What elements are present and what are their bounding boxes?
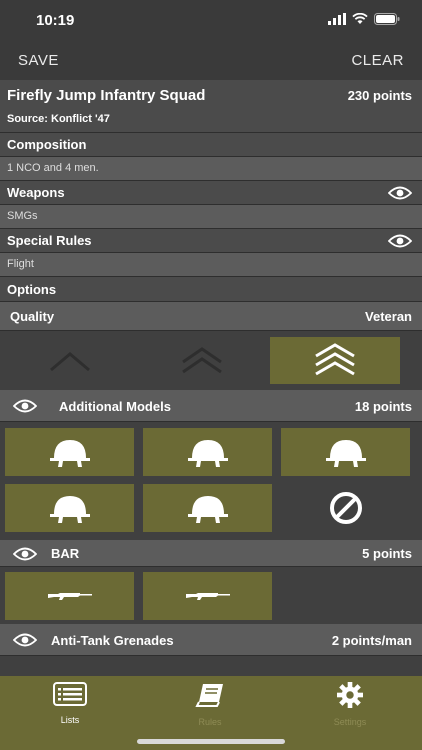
weapons-eye-icon[interactable]	[388, 186, 412, 200]
anti-tank-points: 2 points/man	[331, 633, 412, 648]
rifle-icon	[47, 593, 92, 600]
additional-models-grid	[0, 422, 422, 540]
quality-veteran-button[interactable]	[270, 337, 400, 384]
battery-icon	[374, 13, 400, 25]
helmet-icon	[325, 440, 366, 467]
options-header: Options	[0, 277, 422, 302]
model-tile-3[interactable]	[281, 428, 410, 476]
bar-row: BAR 5 points	[0, 540, 422, 567]
special-rules-eye-icon[interactable]	[388, 234, 412, 248]
save-button[interactable]: SAVE	[18, 52, 59, 69]
status-icons	[328, 13, 400, 25]
composition-header: Composition	[0, 133, 422, 157]
bar-points: 5 points	[362, 546, 412, 561]
unit-header: Firefly Jump Infantry Squad 230 points S…	[0, 80, 422, 133]
additional-models-points: 18 points	[354, 399, 412, 414]
quality-label: Quality	[10, 309, 55, 324]
prohibited-icon	[329, 492, 362, 524]
model-tile-4[interactable]	[5, 484, 134, 532]
book-icon	[195, 684, 223, 707]
bar-label: BAR	[51, 546, 80, 561]
weapons-label: Weapons	[7, 185, 65, 200]
bar-tile-1[interactable]	[5, 572, 134, 620]
anti-tank-label: Anti-Tank Grenades	[51, 633, 174, 648]
model-tile-5[interactable]	[143, 484, 272, 532]
chevron-double-icon	[182, 346, 222, 373]
home-indicator	[137, 739, 285, 744]
options-label: Options	[7, 282, 57, 297]
nav-bar: SAVE CLEAR	[0, 44, 422, 80]
bar-grid	[0, 567, 422, 624]
tab-rules-label: Rules	[198, 717, 222, 727]
tab-rules[interactable]: Rules	[160, 682, 260, 727]
composition-value: 1 NCO and 4 men.	[7, 162, 99, 174]
special-rules-header: Special Rules	[0, 229, 422, 253]
unit-name: Firefly Jump Infantry Squad	[7, 87, 206, 104]
composition-row: 1 NCO and 4 men.	[0, 157, 422, 181]
helmet-icon	[49, 440, 90, 467]
additional-models-row: Additional Models 18 points	[0, 390, 422, 422]
status-bar: 10:19	[0, 0, 422, 44]
tab-settings-label: Settings	[333, 717, 367, 727]
quality-selector	[0, 331, 422, 390]
status-time: 10:19	[36, 12, 75, 29]
quality-row: Quality Veteran	[0, 302, 422, 331]
chevron-single-icon	[50, 351, 90, 371]
helmet-icon	[187, 496, 228, 523]
wifi-icon	[352, 13, 368, 24]
list-icon	[53, 682, 87, 706]
quality-inexperienced-button[interactable]	[5, 337, 135, 384]
special-rules-value: Flight	[7, 258, 34, 270]
tab-settings[interactable]: Settings	[300, 682, 400, 727]
helmet-icon	[187, 440, 228, 467]
special-rules-row: Flight	[0, 253, 422, 277]
helmet-icon	[49, 496, 90, 523]
model-tile-1[interactable]	[5, 428, 134, 476]
chevron-triple-icon	[315, 342, 355, 375]
unit-points: 230 points	[347, 88, 412, 103]
quality-regular-button[interactable]	[137, 337, 267, 384]
composition-label: Composition	[7, 137, 87, 152]
anti-tank-row: Anti-Tank Grenades 2 points/man	[0, 624, 422, 656]
quality-value: Veteran	[365, 309, 412, 324]
model-tile-2[interactable]	[143, 428, 272, 476]
additional-models-label: Additional Models	[59, 399, 171, 414]
bar-tile-2[interactable]	[143, 572, 272, 620]
gear-icon	[337, 682, 363, 708]
weapons-header: Weapons	[0, 181, 422, 205]
clear-button[interactable]: CLEAR	[351, 52, 404, 69]
anti-tank-grid	[0, 656, 422, 676]
special-rules-label: Special Rules	[7, 233, 92, 248]
bar-eye-icon[interactable]	[13, 547, 37, 561]
unit-source: Source: Konflict '47	[7, 113, 110, 125]
weapons-row: SMGs	[0, 205, 422, 229]
weapons-value: SMGs	[7, 210, 38, 222]
tab-lists-label: Lists	[60, 715, 80, 725]
signal-icon	[328, 13, 346, 25]
model-clear-button[interactable]	[281, 484, 410, 532]
tab-lists[interactable]: Lists	[20, 682, 120, 725]
rifle-icon	[185, 593, 230, 600]
anti-tank-eye-icon[interactable]	[13, 633, 37, 647]
additional-models-eye-icon[interactable]	[13, 399, 37, 413]
